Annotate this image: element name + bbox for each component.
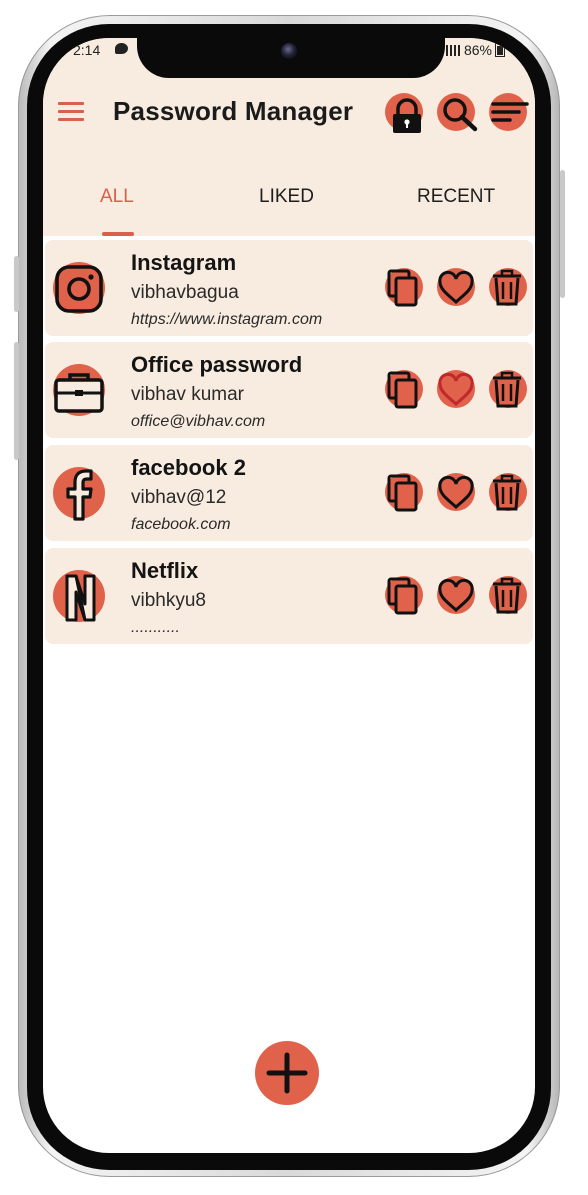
add-password-button[interactable] bbox=[255, 1041, 319, 1105]
entry-username: vibhavbagua bbox=[131, 282, 239, 303]
instagram-icon bbox=[55, 265, 103, 313]
netflix-icon bbox=[65, 574, 96, 622]
entry-name: Netflix bbox=[131, 558, 199, 583]
trash-icon bbox=[493, 269, 521, 306]
front-camera bbox=[281, 43, 297, 59]
search-button[interactable] bbox=[437, 93, 478, 132]
app-title: Password Manager bbox=[113, 96, 354, 126]
lock-button[interactable] bbox=[385, 93, 423, 133]
status-time: 2:14 bbox=[73, 42, 101, 58]
filter-icon bbox=[491, 102, 529, 122]
trash-icon bbox=[493, 577, 521, 614]
tab-bar: ALL LIKED RECENT bbox=[43, 168, 535, 236]
entry-username: vibhav kumar bbox=[131, 384, 244, 405]
list-item[interactable]: Office password vibhav kumar office@vibh… bbox=[45, 342, 533, 438]
facebook-logo bbox=[53, 467, 105, 521]
like-button[interactable] bbox=[437, 576, 475, 614]
app-screen: 2:14 86% Password Manager ALL LIKED RECE… bbox=[43, 38, 535, 1153]
like-button-liked[interactable] bbox=[437, 370, 475, 408]
plus-icon bbox=[266, 1052, 308, 1094]
tab-indicator bbox=[102, 232, 134, 236]
copy-button[interactable] bbox=[385, 370, 423, 409]
copy-icon bbox=[387, 577, 418, 615]
briefcase-icon bbox=[54, 373, 104, 413]
copy-icon bbox=[387, 474, 418, 512]
entry-name: Instagram bbox=[131, 250, 237, 275]
battery-percent: 86% bbox=[463, 42, 492, 58]
volume-up-button bbox=[14, 256, 19, 312]
entry-url: facebook.com bbox=[131, 516, 231, 533]
delete-button[interactable] bbox=[489, 370, 527, 408]
heart-icon bbox=[438, 578, 474, 613]
entry-url: https://www.instagram.com bbox=[131, 311, 323, 328]
search-icon bbox=[443, 98, 478, 132]
heart-icon bbox=[438, 270, 474, 305]
trash-icon bbox=[493, 371, 521, 408]
entry-name: Office password bbox=[131, 352, 303, 377]
trash-icon bbox=[493, 474, 521, 511]
volume-down-button bbox=[14, 342, 19, 460]
list-item[interactable]: Netflix vibhkyu8 ........... bbox=[45, 548, 533, 644]
entry-name: facebook 2 bbox=[131, 455, 246, 480]
netflix-logo bbox=[53, 570, 105, 622]
copy-button[interactable] bbox=[385, 473, 423, 512]
delete-button[interactable] bbox=[489, 576, 527, 614]
message-notification-icon bbox=[115, 43, 128, 54]
tab-recent[interactable]: RECENT bbox=[417, 186, 495, 208]
battery-icon bbox=[495, 42, 505, 57]
entry-username: vibhav@12 bbox=[131, 487, 227, 508]
copy-icon bbox=[387, 269, 418, 307]
facebook-icon bbox=[66, 469, 93, 521]
instagram-logo bbox=[53, 262, 105, 314]
office-logo bbox=[53, 364, 105, 416]
delete-button[interactable] bbox=[489, 473, 527, 511]
filter-button[interactable] bbox=[489, 93, 529, 131]
like-button[interactable] bbox=[437, 268, 475, 306]
power-button bbox=[560, 170, 565, 298]
status-right: 86% bbox=[445, 42, 505, 58]
entry-url: ........... bbox=[131, 619, 180, 636]
heart-icon bbox=[438, 475, 474, 510]
heart-filled-icon bbox=[438, 372, 474, 407]
entry-username: vibhkyu8 bbox=[131, 590, 206, 611]
copy-button[interactable] bbox=[385, 576, 423, 615]
delete-button[interactable] bbox=[489, 268, 527, 306]
signal-icon bbox=[445, 45, 460, 56]
menu-icon[interactable] bbox=[58, 102, 84, 122]
tab-liked[interactable]: LIKED bbox=[259, 186, 314, 208]
list-item[interactable]: facebook 2 vibhav@12 facebook.com bbox=[45, 445, 533, 541]
like-button[interactable] bbox=[437, 473, 475, 511]
lock-icon bbox=[393, 98, 421, 133]
copy-button[interactable] bbox=[385, 268, 423, 307]
list-item[interactable]: Instagram vibhavbagua https://www.instag… bbox=[45, 240, 533, 336]
entry-url: office@vibhav.com bbox=[131, 413, 266, 430]
tab-all[interactable]: ALL bbox=[100, 186, 134, 208]
copy-icon bbox=[387, 371, 418, 409]
